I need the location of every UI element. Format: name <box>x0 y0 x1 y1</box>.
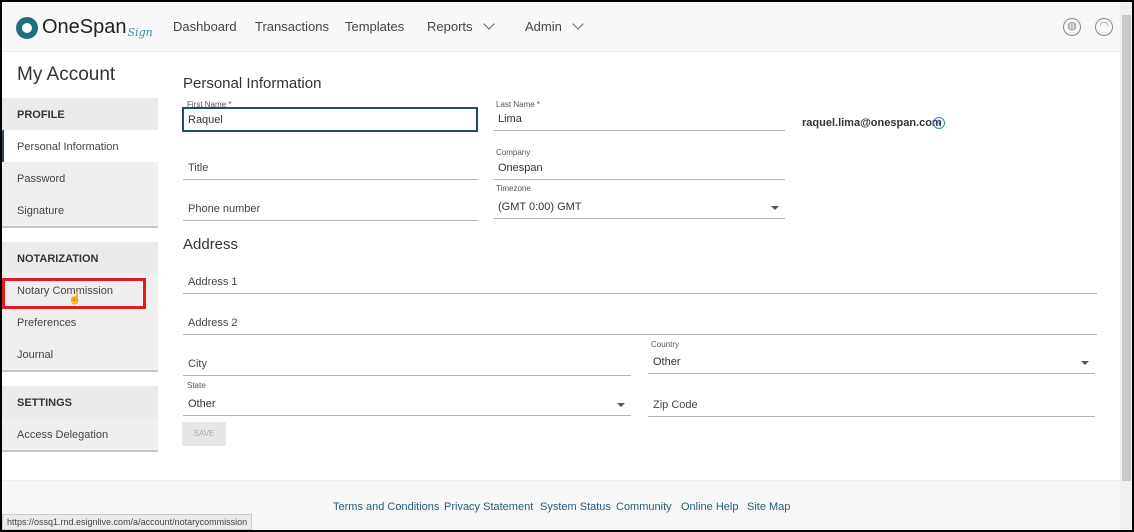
top-nav: OneSpan Sign Dashboard Transactions Temp… <box>2 2 1120 52</box>
dropdown-caret-icon <box>771 206 779 210</box>
footer-link-community[interactable]: Community <box>616 501 672 513</box>
sidebar-item-password[interactable]: Password <box>2 162 158 194</box>
address2-input[interactable]: Address 2 <box>183 311 1097 335</box>
footer-link-sitemap[interactable]: Site Map <box>747 501 790 513</box>
sidebar-item-journal[interactable]: Journal <box>2 338 158 370</box>
title-input[interactable]: Title <box>183 156 478 180</box>
divider <box>2 226 158 228</box>
sidebar-item-personal-information[interactable]: Personal Information <box>2 130 158 162</box>
sidebar-item-access-delegation[interactable]: Access Delegation <box>2 418 158 450</box>
phone-input[interactable]: Phone number <box>183 197 478 221</box>
save-button[interactable]: SAVE <box>182 422 226 446</box>
scrollbar-thumb[interactable] <box>1122 15 1131 481</box>
country-select[interactable]: Other <box>648 350 1095 374</box>
logo-text: OneSpan <box>42 16 127 38</box>
email-display: raquel.lima@onespan.com <box>802 117 942 129</box>
section-settings: SETTINGS <box>2 386 158 418</box>
nav-transactions[interactable]: Transactions <box>255 19 329 34</box>
city-placeholder: City <box>188 358 207 370</box>
first-name-input[interactable]: Raquel <box>182 107 478 132</box>
company-value: Onespan <box>498 162 543 174</box>
timezone-value: (GMT 0:00) GMT <box>498 201 582 213</box>
nav-admin-label: Admin <box>525 19 562 34</box>
nav-templates[interactable]: Templates <box>345 19 404 34</box>
last-name-value: Lima <box>498 113 522 125</box>
last-name-input[interactable]: Lima <box>493 107 785 131</box>
title-placeholder: Title <box>188 162 209 174</box>
zip-placeholder: Zip Code <box>653 399 698 411</box>
personal-info-heading: Personal Information <box>183 75 322 92</box>
section-notarization: NOTARIZATION <box>2 242 158 274</box>
city-input[interactable]: City <box>183 352 631 376</box>
nav-admin[interactable]: Admin <box>525 18 584 34</box>
globe-icon[interactable]: ◍ <box>1063 18 1081 36</box>
user-icon[interactable]: ◠ <box>1095 18 1113 36</box>
footer-link-help[interactable]: Online Help <box>681 501 738 513</box>
chevron-down-icon <box>572 18 584 30</box>
footer-link-status[interactable]: System Status <box>540 501 611 513</box>
zip-input[interactable]: Zip Code <box>648 393 1095 417</box>
first-name-value: Raquel <box>188 114 223 126</box>
browser-window: OneSpan Sign Dashboard Transactions Temp… <box>2 2 1132 530</box>
state-select[interactable]: Other <box>183 392 631 416</box>
address2-placeholder: Address 2 <box>188 317 238 329</box>
dropdown-caret-icon <box>617 403 625 407</box>
company-input[interactable]: Onespan <box>493 156 785 180</box>
address1-input[interactable]: Address 1 <box>183 270 1097 294</box>
dropdown-caret-icon <box>1081 361 1089 365</box>
divider <box>2 370 158 372</box>
sidebar-item-preferences[interactable]: Preferences <box>2 306 158 338</box>
phone-placeholder: Phone number <box>188 203 261 215</box>
state-value: Other <box>188 398 216 410</box>
chevron-down-icon <box>482 18 495 30</box>
onespan-logo[interactable]: OneSpan Sign <box>16 16 153 39</box>
hand-cursor-icon: ☝ <box>68 293 82 305</box>
footer-link-privacy[interactable]: Privacy Statement <box>444 501 533 513</box>
logo-mark-icon <box>16 16 38 39</box>
nav-reports-label: Reports <box>427 19 473 34</box>
state-label: State <box>187 381 206 390</box>
divider <box>2 450 158 452</box>
timezone-label: Timezone <box>496 184 531 193</box>
country-label: Country <box>651 340 680 349</box>
timezone-select[interactable]: (GMT 0:00) GMT <box>493 195 785 219</box>
address1-placeholder: Address 1 <box>188 276 238 288</box>
section-profile: PROFILE <box>2 98 158 130</box>
status-bar-url: https://ossq1.rnd.esignlive.com/a/accoun… <box>2 514 253 530</box>
nav-reports[interactable]: Reports <box>427 18 495 34</box>
page-title: My Account <box>17 64 116 85</box>
address-heading: Address <box>183 236 239 253</box>
footer-link-terms[interactable]: Terms and Conditions <box>333 501 439 513</box>
nav-dashboard[interactable]: Dashboard <box>173 19 237 34</box>
country-value: Other <box>653 356 681 368</box>
sidebar-item-signature[interactable]: Signature <box>2 194 158 226</box>
info-icon[interactable]: i <box>933 117 945 129</box>
logo-sub: Sign <box>127 26 153 39</box>
